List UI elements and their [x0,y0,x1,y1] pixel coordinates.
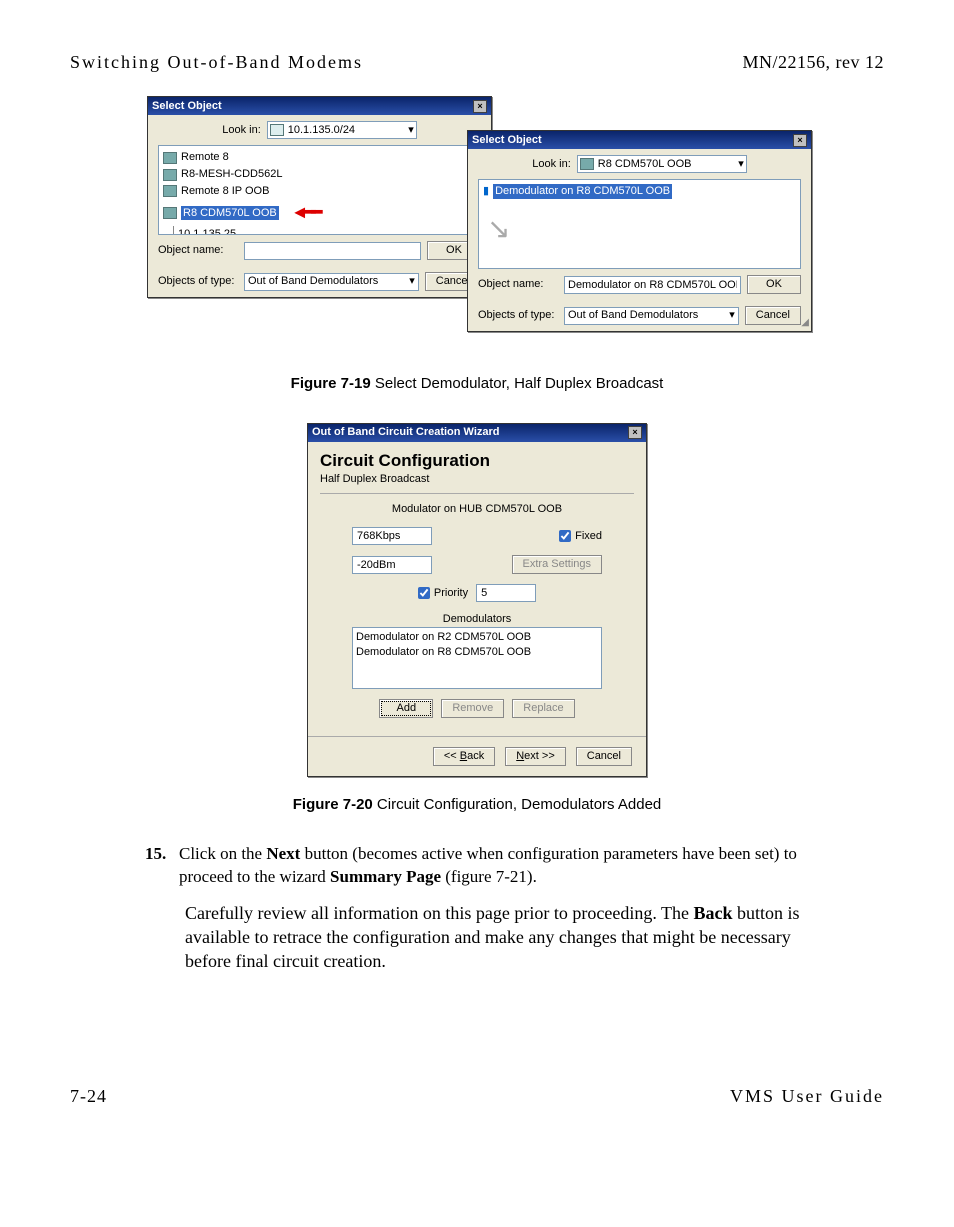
fixed-checkbox-input[interactable] [559,530,571,542]
demodulators-header: Demodulators [352,612,602,627]
caption-bold: Figure 7-20 [293,796,373,813]
wizard-subheading: Half Duplex Broadcast [320,472,634,487]
list-item-label: 10.1.135.25 [178,227,236,235]
circuit-wizard-dialog: Out of Band Circuit Creation Wizard × Ci… [307,423,647,777]
ok-button[interactable]: OK [747,275,801,294]
footer-right: VMS User Guide [730,1084,884,1108]
chevron-down-icon: ▾ [738,157,744,172]
figure-7-19: Select Object × Look in: 10.1.135.0/24 ▾… [147,96,807,356]
remove-button: Remove [441,699,504,718]
list-item[interactable]: R8-MESH-CDD562L [163,166,476,183]
footer-left: 7-24 [70,1084,107,1108]
page-footer: 7-24 VMS User Guide [70,1084,884,1108]
resize-grip-icon[interactable]: ◢ [801,316,809,330]
objects-type-value: Out of Band Demodulators [568,308,729,323]
step-15: 15. Click on the Next button (becomes ac… [145,843,845,889]
list-item-label: Remote 8 [181,150,229,165]
list-item[interactable]: ▮Demodulator on R8 CDM570L OOB [483,183,796,200]
extra-settings-button: Extra Settings [512,555,602,574]
cancel-button[interactable]: Cancel [576,747,632,766]
add-button[interactable]: Add [379,699,433,718]
objects-type-label: Objects of type: [478,308,558,323]
dialog2-title: Select Object [472,133,542,148]
list-item[interactable]: Remote 8 [163,149,476,166]
next-button[interactable]: Next >> [505,747,566,766]
list-item[interactable]: R8 CDM570L OOB ◄━━ [163,200,476,226]
chevron-down-icon: ▾ [408,123,414,138]
fixed-label: Fixed [575,529,602,544]
list-item[interactable]: Demodulator on R2 CDM570L OOB [356,630,598,645]
cancel-button[interactable]: Cancel [745,306,801,325]
list-item-label: Remote 8 IP OOB [181,184,269,199]
objects-type-value: Out of Band Demodulators [248,274,409,289]
page-header: Switching Out-of-Band Modems MN/22156, r… [70,50,884,74]
list-item[interactable]: Remote 8 IP OOB [163,183,476,200]
caption-text: Circuit Configuration, Demodulators Adde… [373,796,662,813]
lookin-value: R8 CDM570L OOB [598,157,738,172]
select-object-dialog-1: Select Object × Look in: 10.1.135.0/24 ▾… [147,96,492,298]
wizard-titlebar: Out of Band Circuit Creation Wizard × [308,424,646,442]
caption-bold: Figure 7-19 [291,375,371,392]
priority-checkbox[interactable]: Priority [418,586,468,601]
power-input[interactable] [352,556,432,574]
callout-arrow-icon: ◄━━ [291,200,319,224]
lookin-value: 10.1.135.0/24 [288,123,408,138]
lookin-dropdown[interactable]: 10.1.135.0/24 ▾ [267,121,417,139]
object-name-label: Object name: [158,243,238,258]
back-button[interactable]: << Back [433,747,495,766]
close-icon[interactable]: × [473,100,487,113]
object-name-input[interactable] [564,276,741,294]
object-name-input[interactable] [244,242,421,260]
wizard-heading: Circuit Configuration [320,450,634,473]
list-item-label: R8-MESH-CDD562L [181,167,282,182]
device-icon [163,169,177,181]
header-left: Switching Out-of-Band Modems [70,50,363,74]
replace-button: Replace [512,699,574,718]
modulator-label: Modulator on HUB CDM570L OOB [352,502,602,517]
network-icon [270,124,284,136]
chevron-down-icon: ▾ [409,274,415,289]
select-object-dialog-2: Select Object × Look in: R8 CDM570L OOB … [467,130,812,332]
demodulators-list[interactable]: Demodulator on R2 CDM570L OOB Demodulato… [352,627,602,689]
paragraph: Carefully review all information on this… [185,901,835,974]
list-item-label: R8 CDM570L OOB [181,206,279,221]
priority-input[interactable] [476,584,536,602]
priority-label: Priority [434,586,468,601]
list-item[interactable]: Demodulator on R8 CDM570L OOB [356,645,598,660]
callout-arrow-icon: ↘ [487,210,510,248]
fixed-checkbox[interactable]: Fixed [559,529,602,544]
object-name-label: Object name: [478,277,558,292]
caption-text: Select Demodulator, Half Duplex Broadcas… [371,375,664,392]
step-number: 15. [145,843,173,889]
lookin-dropdown[interactable]: R8 CDM570L OOB ▾ [577,155,747,173]
file-list[interactable]: Remote 8 R8-MESH-CDD562L Remote 8 IP OOB… [158,145,481,235]
header-right: MN/22156, rev 12 [743,50,885,74]
lookin-label: Look in: [222,123,261,138]
figure-7-20: Out of Band Circuit Creation Wizard × Ci… [307,423,647,777]
dialog2-titlebar: Select Object × [468,131,811,149]
objects-type-dropdown[interactable]: Out of Band Demodulators▾ [564,307,739,325]
device-icon [163,185,177,197]
dialog1-titlebar: Select Object × [148,97,491,115]
objects-type-dropdown[interactable]: Out of Band Demodulators▾ [244,273,419,291]
figure-7-19-caption: Figure 7-19 Select Demodulator, Half Dup… [70,374,884,394]
chevron-down-icon: ▾ [729,308,735,323]
lookin-label: Look in: [532,157,571,172]
device-icon [580,158,594,170]
list-item[interactable]: 10.1.135.25 [173,226,476,235]
device-icon [163,207,177,219]
device-icon [163,152,177,164]
close-icon[interactable]: × [793,134,807,147]
close-icon[interactable]: × [628,426,642,439]
rate-input[interactable] [352,527,432,545]
dialog1-title: Select Object [152,99,222,114]
wizard-title: Out of Band Circuit Creation Wizard [312,425,500,440]
list-item-label: Demodulator on R8 CDM570L OOB [493,184,672,199]
priority-checkbox-input[interactable] [418,587,430,599]
objects-type-label: Objects of type: [158,274,238,289]
figure-7-20-caption: Figure 7-20 Circuit Configuration, Demod… [70,795,884,815]
step-text: Click on the Next button (becomes active… [179,843,845,889]
file-list[interactable]: ▮Demodulator on R8 CDM570L OOB ↘ [478,179,801,269]
